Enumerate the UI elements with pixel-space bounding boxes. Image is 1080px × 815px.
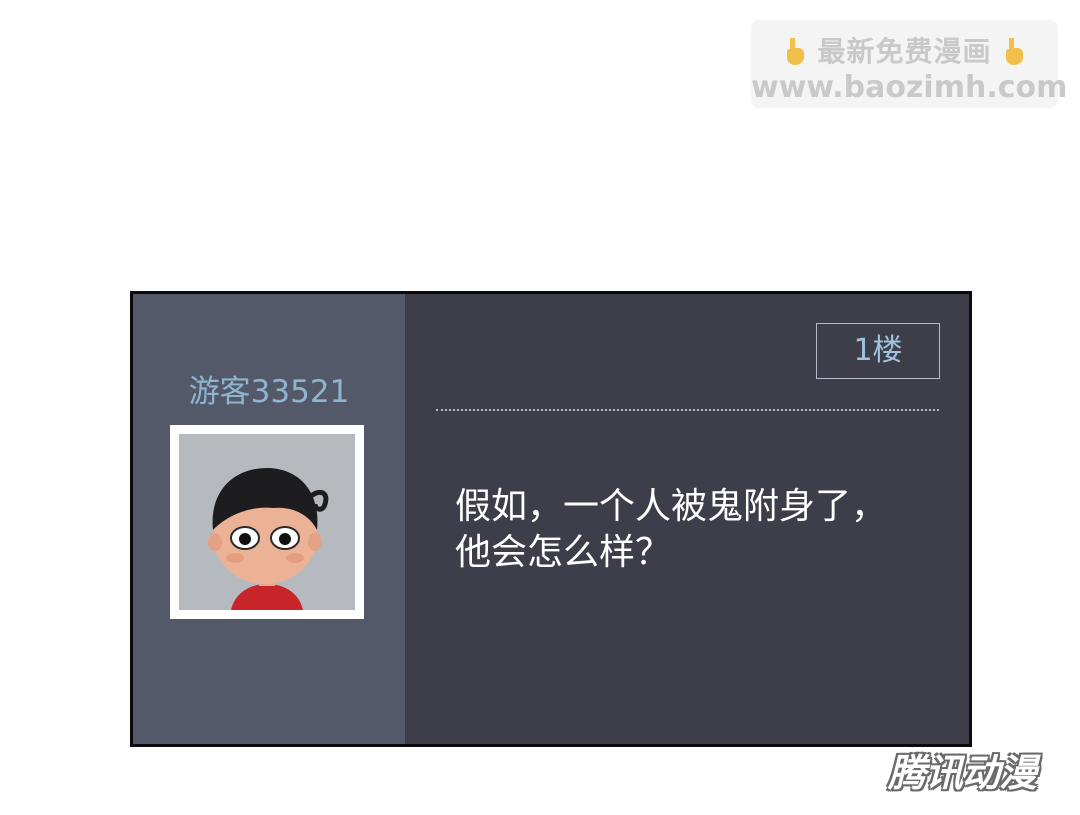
watermark-url: www.baozimh.com [751, 70, 1068, 105]
comment-card: 游客33521 1楼 假如，一个人被鬼附身了， 他会怎么样？ [130, 291, 972, 747]
avatar [170, 425, 364, 619]
comment-line-2: 他会怎么样？ [455, 532, 672, 573]
watermark-slogan: 最新免费漫画 [817, 35, 992, 68]
username: 游客33521 [188, 374, 350, 410]
pointing-down-hand-icon [1006, 38, 1024, 65]
user-info-panel: 游客33521 [133, 294, 405, 744]
pointing-down-hand-icon [786, 38, 804, 65]
publisher-logo: 腾讯动漫 [888, 751, 1037, 795]
dotted-divider [436, 409, 939, 411]
comment-line-1: 假如，一个人被鬼附身了， [455, 486, 888, 527]
floor-number-badge: 1楼 [816, 323, 940, 379]
comment-body: 假如，一个人被鬼附身了， 他会怎么样？ [455, 484, 955, 576]
site-watermark: 最新免费漫画 www.baozimh.com [751, 20, 1068, 108]
cartoon-boy-avatar-icon [179, 434, 355, 610]
comic-panel: 最新免费漫画 www.baozimh.com 游客33521 1楼 假如，一个人… [0, 0, 1080, 815]
